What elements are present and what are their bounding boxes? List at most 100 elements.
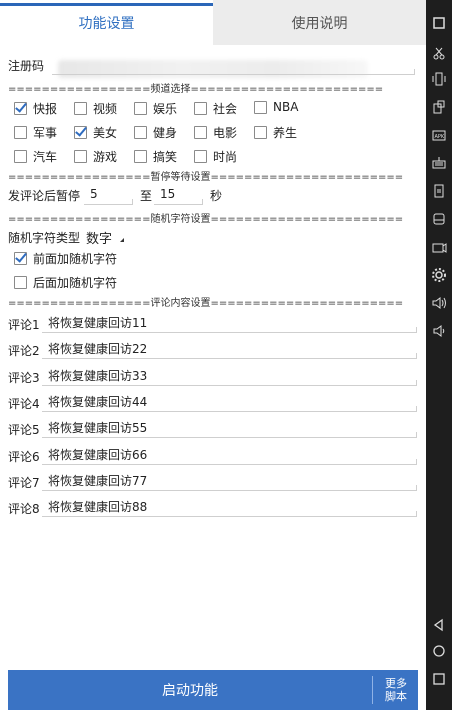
checkbox-icon xyxy=(134,150,147,163)
channel-label: 养生 xyxy=(273,126,298,140)
comment-label: 评论4 xyxy=(8,396,40,411)
channel-label: 视频 xyxy=(93,102,118,116)
window-icon[interactable] xyxy=(426,12,452,34)
channel-label: 军事 xyxy=(33,126,58,140)
random-type-value: 数字 xyxy=(86,232,113,247)
section-pause: =================暂停等待设置=================… xyxy=(8,172,404,183)
section-random: =================随机字符设置=================… xyxy=(8,214,404,225)
emulator-toolbar: APK xyxy=(426,0,452,710)
svg-text:APK: APK xyxy=(435,134,445,140)
pause-from-value: 5 xyxy=(90,187,98,201)
start-button[interactable]: 启动功能 xyxy=(8,670,372,710)
tab-instructions[interactable]: 使用说明 xyxy=(213,0,426,45)
comment-label: 评论5 xyxy=(8,423,40,438)
comment-label: 评论2 xyxy=(8,344,40,359)
checkbox-icon xyxy=(74,150,87,163)
channel-checkbox[interactable]: 搞笑 xyxy=(134,148,177,165)
tab-bar: 功能设置 使用说明 xyxy=(0,0,426,45)
comment-input[interactable]: 将恢复健康回访55 xyxy=(42,419,417,439)
checkbox-icon xyxy=(194,102,207,115)
channel-checkbox[interactable]: 健身 xyxy=(134,124,177,141)
comment-label: 评论8 xyxy=(8,502,40,517)
checkbox-icon xyxy=(254,126,267,139)
channel-label: 美女 xyxy=(93,126,118,140)
random-type-select[interactable]: 数字 xyxy=(84,226,128,247)
scissors-icon[interactable] xyxy=(426,42,452,64)
random-suffix-checkbox[interactable]: 后面加随机字符 xyxy=(14,274,117,291)
register-input[interactable] xyxy=(52,58,415,75)
checkbox-icon xyxy=(74,102,87,115)
checkbox-icon xyxy=(194,150,207,163)
channel-checkbox[interactable]: 娱乐 xyxy=(134,100,177,117)
comment-input[interactable]: 将恢复健康回访44 xyxy=(42,393,417,412)
comment-label: 评论3 xyxy=(8,370,40,385)
dropdown-caret-icon xyxy=(120,238,124,242)
checkbox-icon xyxy=(14,252,27,265)
button-divider xyxy=(372,676,373,704)
camera-icon[interactable] xyxy=(426,236,452,258)
channel-checkbox[interactable]: NBA xyxy=(254,100,298,114)
pause-label: 发评论后暂停 xyxy=(8,189,81,203)
rotate-icon[interactable] xyxy=(426,96,452,118)
comment-input[interactable]: 将恢复健康回访22 xyxy=(42,340,417,360)
register-label: 注册码 xyxy=(8,59,45,73)
channel-label: 游戏 xyxy=(93,150,118,164)
comment-input[interactable]: 将恢复健康回访77 xyxy=(42,472,417,491)
comment-value: 将恢复健康回访77 xyxy=(48,473,148,488)
tab-function-settings[interactable]: 功能设置 xyxy=(0,0,213,45)
back-icon[interactable] xyxy=(426,614,452,636)
home-icon[interactable] xyxy=(426,640,452,662)
channel-checkbox[interactable]: 社会 xyxy=(194,100,237,117)
pause-to-label: 至 xyxy=(140,189,153,203)
channel-checkbox[interactable]: 游戏 xyxy=(74,148,117,165)
comment-value: 将恢复健康回访44 xyxy=(48,394,148,409)
pause-from-input[interactable]: 5 xyxy=(84,186,133,205)
disk-icon[interactable] xyxy=(426,208,452,230)
keyboard-icon[interactable] xyxy=(426,152,452,174)
comment-label: 评论6 xyxy=(8,449,40,464)
volume-down-icon[interactable] xyxy=(426,320,452,342)
gear-icon[interactable] xyxy=(426,264,452,286)
channel-checkbox[interactable]: 军事 xyxy=(14,124,57,141)
more-line-1: 更多 xyxy=(385,677,407,690)
comment-value: 将恢复健康回访55 xyxy=(48,421,148,436)
more-line-2: 脚本 xyxy=(385,690,407,703)
comment-value: 将恢复健康回访11 xyxy=(48,316,148,330)
comment-input[interactable]: 将恢复健康回访66 xyxy=(42,446,417,465)
random-prefix-checkbox[interactable]: 前面加随机字符 xyxy=(14,250,117,267)
channel-label: 时尚 xyxy=(213,150,238,164)
comment-input[interactable]: 将恢复健康回访33 xyxy=(42,367,417,386)
channel-checkbox[interactable]: 养生 xyxy=(254,124,297,141)
more-scripts-button[interactable]: 更多 脚本 xyxy=(374,670,418,710)
checkbox-icon xyxy=(134,102,147,115)
pause-to-input[interactable]: 15 xyxy=(154,186,203,205)
channel-label: 搞笑 xyxy=(153,150,178,164)
vibrate-icon[interactable] xyxy=(426,68,452,90)
checkbox-icon xyxy=(254,100,267,114)
channel-checkbox[interactable]: 汽车 xyxy=(14,148,57,165)
channel-label: 快报 xyxy=(33,102,58,116)
volume-up-icon[interactable] xyxy=(426,292,452,314)
comment-label: 评论7 xyxy=(8,475,40,490)
checkbox-icon xyxy=(134,126,147,139)
channel-checkbox[interactable]: 美女 xyxy=(74,124,117,141)
comment-value: 将恢复健康回访33 xyxy=(48,368,148,383)
recent-icon[interactable] xyxy=(426,668,452,690)
channel-checkbox[interactable]: 时尚 xyxy=(194,148,237,165)
comment-value: 将恢复健康回访88 xyxy=(48,500,148,515)
random-suffix-label: 后面加随机字符 xyxy=(33,276,118,290)
comment-input[interactable]: 将恢复健康回访11 xyxy=(42,314,417,333)
channel-label: NBA xyxy=(273,100,299,114)
channel-label: 娱乐 xyxy=(153,102,178,116)
pause-unit: 秒 xyxy=(210,189,223,203)
screen-icon[interactable] xyxy=(426,180,452,202)
pause-to-value: 15 xyxy=(160,187,176,201)
comment-value: 将恢复健康回访22 xyxy=(48,342,148,357)
channel-checkbox[interactable]: 快报 xyxy=(14,100,57,117)
comment-input[interactable]: 将恢复健康回访88 xyxy=(42,498,417,518)
channel-checkbox[interactable]: 电影 xyxy=(194,124,237,141)
comment-label: 评论1 xyxy=(8,318,40,332)
channel-checkbox[interactable]: 视频 xyxy=(74,100,117,117)
apk-icon[interactable]: APK xyxy=(426,124,452,146)
comment-value: 将恢复健康回访66 xyxy=(48,447,148,462)
